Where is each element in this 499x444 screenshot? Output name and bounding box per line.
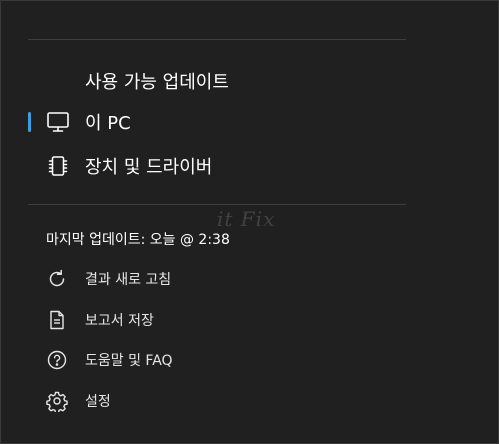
watermark: it Fix [217, 207, 276, 231]
top-divider [28, 39, 406, 40]
nav-item-devices-drivers[interactable]: 장치 및 드라이버 [28, 148, 406, 184]
help-faq-button[interactable]: 도움말 및 FAQ [46, 345, 406, 375]
side-panel: 사용 가능 업데이트 이 PC 장치 및 드라이버 it Fix 마지막 업데이… [0, 0, 499, 444]
action-label: 보고서 저장 [85, 313, 154, 329]
monitor-icon [46, 110, 70, 134]
nav-item-label: 장치 및 드라이버 [85, 157, 213, 178]
nav-item-available-updates[interactable]: 사용 가능 업데이트 [28, 63, 406, 99]
gear-icon [46, 390, 68, 412]
action-label: 결과 새로 고침 [85, 272, 172, 288]
middle-divider [28, 204, 406, 205]
nav-item-label: 이 PC [85, 113, 131, 134]
help-icon [46, 349, 68, 371]
selected-indicator [28, 112, 31, 132]
chip-icon [46, 154, 70, 178]
settings-button[interactable]: 설정 [46, 386, 406, 416]
last-update-status: 마지막 업데이트: 오늘 @ 2:38 [46, 232, 230, 248]
refresh-icon [46, 268, 68, 290]
action-label: 설정 [85, 394, 111, 410]
nav-item-label: 사용 가능 업데이트 [85, 72, 229, 93]
save-report-button[interactable]: 보고서 저장 [46, 305, 406, 335]
action-label: 도움말 및 FAQ [85, 353, 173, 369]
refresh-results-button[interactable]: 결과 새로 고침 [46, 264, 406, 294]
nav-item-this-pc[interactable]: 이 PC [28, 104, 406, 140]
document-icon [46, 309, 68, 331]
